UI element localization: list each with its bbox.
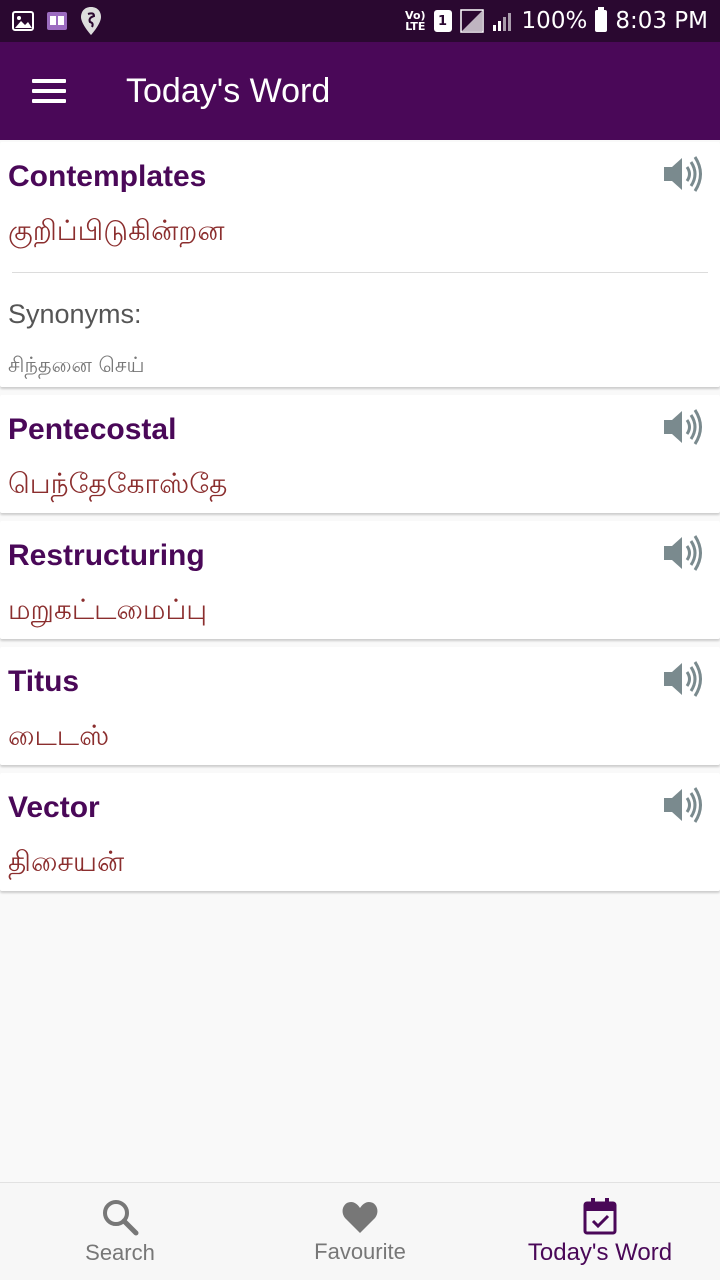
calendar-check-icon xyxy=(583,1197,617,1234)
battery-percent: 100% xyxy=(521,8,588,34)
status-bar: Vo) LTE 1 100% 8:03 PM xyxy=(0,0,720,42)
bottom-navigation: Search Favourite Today's Word xyxy=(0,1182,720,1280)
swiggy-notification-icon xyxy=(81,7,101,35)
word-translation: திசையன் xyxy=(8,845,125,878)
nav-todays-word[interactable]: Today's Word xyxy=(480,1183,720,1280)
clock: 8:03 PM xyxy=(615,8,708,34)
word-card[interactable]: Titus டைடஸ் xyxy=(0,647,720,765)
nav-todays-word-label: Today's Word xyxy=(527,1238,673,1266)
menu-button[interactable] xyxy=(0,42,98,140)
heart-icon xyxy=(342,1201,378,1233)
word-english: Contemplates xyxy=(8,160,207,193)
battery-icon xyxy=(595,7,608,32)
word-translation: மறுகட்டமைப்பு xyxy=(8,593,208,626)
hamburger-icon xyxy=(32,79,66,103)
speaker-icon[interactable] xyxy=(662,407,706,447)
image-notification-icon xyxy=(12,11,34,31)
sim-slot-icon: 1 xyxy=(433,10,452,32)
volte-indicator: Vo) LTE xyxy=(405,9,426,33)
synonyms-label: Synonyms: xyxy=(8,299,142,329)
speaker-icon[interactable] xyxy=(662,659,706,699)
word-card[interactable]: Restructuring மறுகட்டமைப்பு xyxy=(0,521,720,639)
page-title: Today's Word xyxy=(126,71,331,110)
speaker-icon[interactable] xyxy=(662,785,706,825)
word-translation: டைடஸ் xyxy=(8,719,110,752)
word-list: Contemplates குறிப்பிடுகின்றன Synonyms: … xyxy=(0,142,720,899)
word-card[interactable]: Pentecostal பெந்தேகோஸ்தே xyxy=(0,395,720,513)
nav-search-label: Search xyxy=(85,1239,155,1265)
nav-search[interactable]: Search xyxy=(0,1183,240,1280)
speaker-icon[interactable] xyxy=(662,154,706,194)
synonyms-value: சிந்தனை செய் xyxy=(8,353,145,377)
word-english: Titus xyxy=(8,665,80,698)
word-english: Restructuring xyxy=(8,539,205,572)
app-bar: Today's Word xyxy=(0,42,720,140)
word-english: Pentecostal xyxy=(8,413,177,446)
nav-favourite-label: Favourite xyxy=(314,1238,406,1264)
book-notification-icon xyxy=(47,12,67,30)
speaker-icon[interactable] xyxy=(662,533,706,573)
word-translation: குறிப்பிடுகின்றன xyxy=(8,214,225,247)
word-card[interactable]: Contemplates குறிப்பிடுகின்றன Synonyms: … xyxy=(0,142,720,387)
signal-icon xyxy=(459,9,484,33)
word-card[interactable]: Vector திசையன் xyxy=(0,773,720,891)
nav-favourite[interactable]: Favourite xyxy=(240,1183,480,1280)
signal-bars-icon xyxy=(492,13,511,31)
search-icon xyxy=(103,1199,139,1235)
word-translation: பெந்தேகோஸ்தே xyxy=(8,467,228,500)
word-english: Vector xyxy=(8,791,100,824)
